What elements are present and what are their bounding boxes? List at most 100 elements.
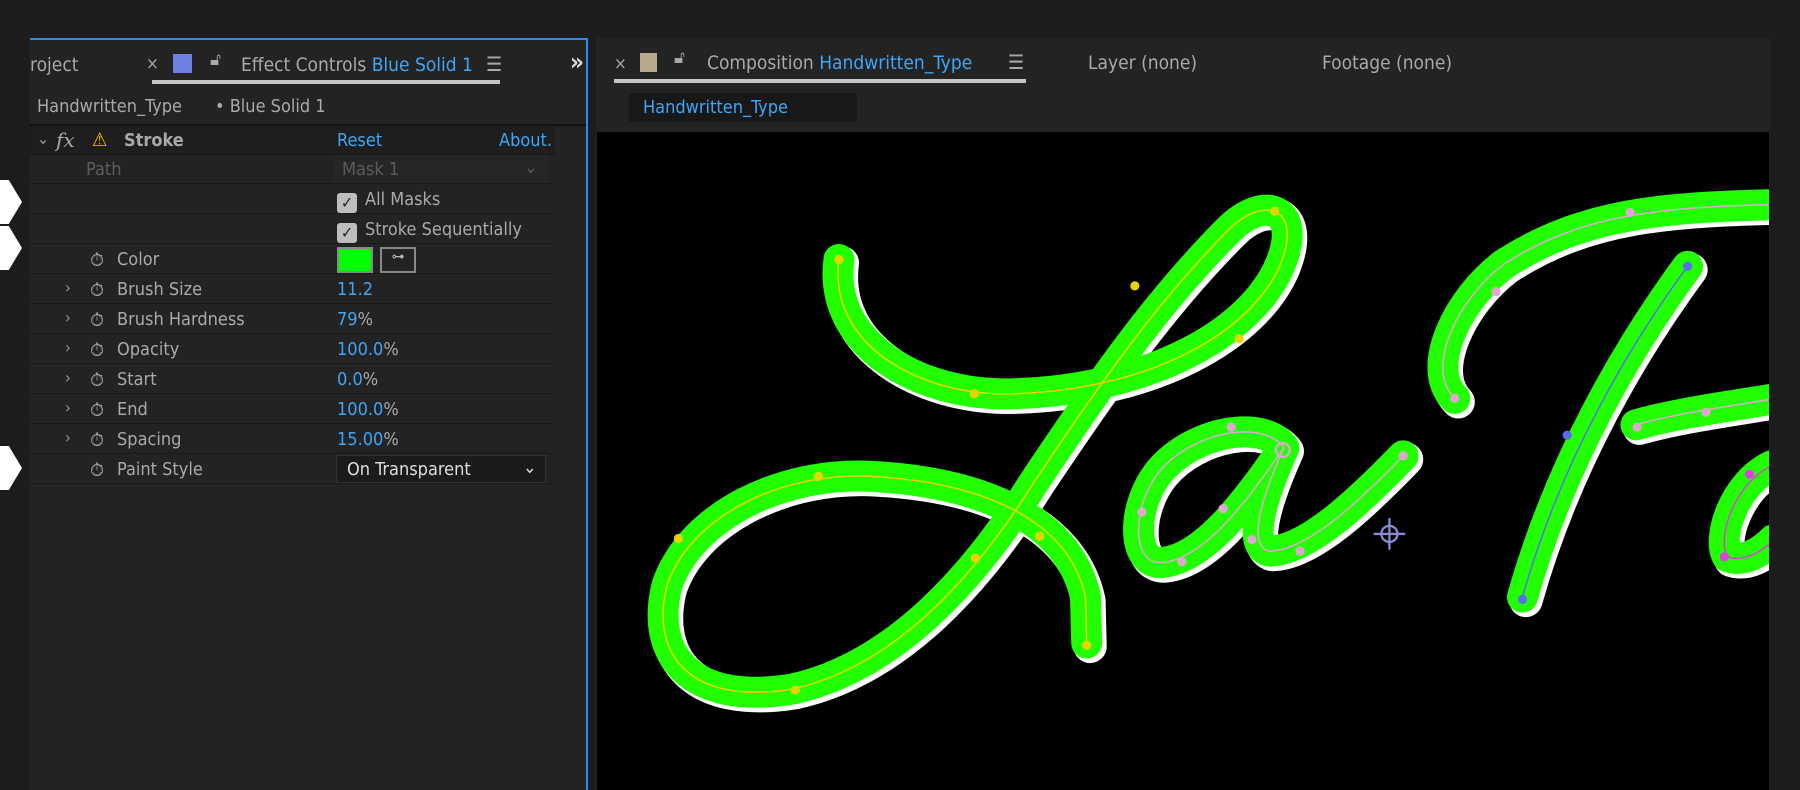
property-label: Color <box>117 249 160 270</box>
stopwatch-icon[interactable]: ⏱︎ <box>90 340 108 361</box>
panel-menu-icon[interactable]: ☰ <box>1008 50 1024 74</box>
property-value[interactable]: 100.0% <box>337 399 399 420</box>
checkbox-label: Stroke Sequentially <box>365 219 523 240</box>
lock-icon[interactable]: 🔓︎ <box>210 50 221 70</box>
active-tab-underline <box>152 80 500 84</box>
value-unit: % <box>357 309 373 330</box>
close-icon[interactable]: × <box>614 54 627 74</box>
fx-icon[interactable]: fx <box>56 128 75 152</box>
property-value[interactable]: 100.0% <box>337 339 399 360</box>
tab-comp-name: Handwritten_Type <box>819 52 973 74</box>
value-unit: % <box>383 339 399 360</box>
value-number[interactable]: 100.0 <box>337 339 383 360</box>
color-swatch[interactable] <box>337 247 373 273</box>
green-stroke <box>647 189 1769 708</box>
breadcrumb-layer: • Blue Solid 1 <box>215 96 326 117</box>
dropdown-value: Mask 1 <box>342 159 400 180</box>
value-number[interactable]: 11.2 <box>337 279 373 300</box>
stopwatch-icon[interactable]: ⏱︎ <box>90 400 108 421</box>
property-value[interactable]: 11.2 <box>337 279 373 300</box>
property-value[interactable]: 0.0% <box>337 369 378 390</box>
comp-color-swatch <box>640 53 657 72</box>
all-masks-checkbox[interactable]: ✓ All Masks <box>337 189 440 213</box>
tab-layer[interactable]: Layer (none) <box>1088 52 1197 74</box>
property-row-all-masks: ✓ All Masks <box>30 185 555 214</box>
about-link[interactable]: About. <box>499 130 552 151</box>
eyedropper-icon[interactable]: ⊶ <box>380 247 416 273</box>
path-dropdown[interactable]: Mask 1 ⌄ <box>334 155 548 183</box>
dropdown-value: On Transparent <box>347 459 471 480</box>
chevron-right-icon[interactable]: › <box>65 338 71 357</box>
checkbox-icon: ✓ <box>337 193 357 213</box>
property-label: Start <box>117 369 157 390</box>
tab-footage[interactable]: Footage (none) <box>1322 52 1452 74</box>
value-number[interactable]: 0.0 <box>337 369 363 390</box>
paint-style-dropdown[interactable]: On Transparent ⌄ <box>336 455 546 483</box>
property-row-end: › ⏱︎ End 100.0% <box>30 395 555 424</box>
chevron-right-icon[interactable]: › <box>65 398 71 417</box>
chip-label: Handwritten_Type <box>643 97 788 118</box>
property-row-path: Path Mask 1 ⌄ <box>30 155 555 184</box>
property-value[interactable]: 79% <box>337 309 373 330</box>
stroke-sequentially-checkbox[interactable]: ✓ Stroke Sequentially <box>337 219 522 243</box>
stopwatch-icon[interactable]: ⏱︎ <box>90 430 108 451</box>
stopwatch-icon[interactable]: ⏱︎ <box>90 280 108 301</box>
keyframe-marker <box>0 446 22 490</box>
effect-header-stroke: ⌄ fx ⚠ Stroke Reset About. <box>30 126 555 155</box>
more-panels-icon[interactable]: » <box>570 48 584 76</box>
layer-color-swatch <box>173 54 192 73</box>
property-row-stroke-sequentially: ✓ Stroke Sequentially <box>30 215 555 244</box>
breadcrumb-comp: Handwritten_Type <box>37 96 182 117</box>
keyframe-marker <box>0 180 22 224</box>
property-label: Spacing <box>117 429 182 450</box>
property-label: Brush Size <box>117 279 203 300</box>
top-bar <box>0 0 1800 38</box>
property-label: Paint Style <box>117 459 203 480</box>
property-row-opacity: › ⏱︎ Opacity 100.0% <box>30 335 555 364</box>
checkbox-icon: ✓ <box>337 223 357 243</box>
property-row-paint-style: ⏱︎ Paint Style On Transparent ⌄ <box>30 455 555 484</box>
lock-icon[interactable]: 🔓︎ <box>674 48 685 68</box>
panel-menu-icon[interactable]: ☰ <box>486 52 502 76</box>
chevron-down-icon[interactable]: ⌄ <box>37 129 49 148</box>
warning-icon: ⚠ <box>92 129 108 151</box>
value-unit: % <box>362 369 379 390</box>
value-number[interactable]: 15.00 <box>337 429 383 450</box>
tab-composition[interactable]: Composition Handwritten_Type <box>707 52 972 74</box>
property-row-brush-size: › ⏱︎ Brush Size 11.2 <box>30 275 555 304</box>
keyframe-marker <box>0 226 22 270</box>
chevron-right-icon[interactable]: › <box>65 278 71 297</box>
stopwatch-icon[interactable]: ⏱︎ <box>90 310 108 331</box>
value-unit: % <box>383 399 399 420</box>
tab-label: Effect Controls <box>241 54 367 76</box>
effect-controls-panel: roject × 🔓︎ Effect Controls Blue Solid 1… <box>30 38 588 790</box>
chevron-down-icon: ⌄ <box>524 157 538 178</box>
reset-link[interactable]: Reset <box>337 130 382 151</box>
chevron-right-icon[interactable]: › <box>65 428 71 447</box>
property-label: Path <box>86 159 122 180</box>
property-row-spacing: › ⏱︎ Spacing 15.00% <box>30 425 555 454</box>
comp-navigator-chip[interactable]: Handwritten_Type <box>629 93 857 122</box>
anchor-point-icon[interactable] <box>1373 517 1406 550</box>
checkbox-label: All Masks <box>365 189 441 210</box>
chevron-right-icon[interactable]: › <box>65 308 71 327</box>
stopwatch-icon[interactable]: ⏱︎ <box>90 250 108 271</box>
tab-project[interactable]: roject <box>30 54 78 76</box>
stopwatch-icon[interactable]: ⏱︎ <box>90 370 108 391</box>
property-label: Brush Hardness <box>117 309 245 330</box>
chevron-right-icon[interactable]: › <box>65 368 71 387</box>
value-number[interactable]: 79 <box>337 309 358 330</box>
composition-viewer[interactable] <box>597 132 1769 790</box>
property-row-color: ⏱︎ Color ⊶ <box>30 245 555 274</box>
property-row-brush-hardness: › ⏱︎ Brush Hardness 79% <box>30 305 555 334</box>
close-icon[interactable]: × <box>146 54 159 74</box>
tab-effect-controls[interactable]: Effect Controls Blue Solid 1 <box>241 54 473 76</box>
property-value[interactable]: 15.00% <box>337 429 399 450</box>
property-row-start: › ⏱︎ Start 0.0% <box>30 365 555 394</box>
chevron-down-icon: ⌄ <box>523 457 537 478</box>
property-label: End <box>117 399 148 420</box>
tab-layer-name: Blue Solid 1 <box>371 54 473 76</box>
value-number[interactable]: 100.0 <box>337 399 383 420</box>
stopwatch-icon[interactable]: ⏱︎ <box>90 460 108 481</box>
value-unit: % <box>383 429 399 450</box>
